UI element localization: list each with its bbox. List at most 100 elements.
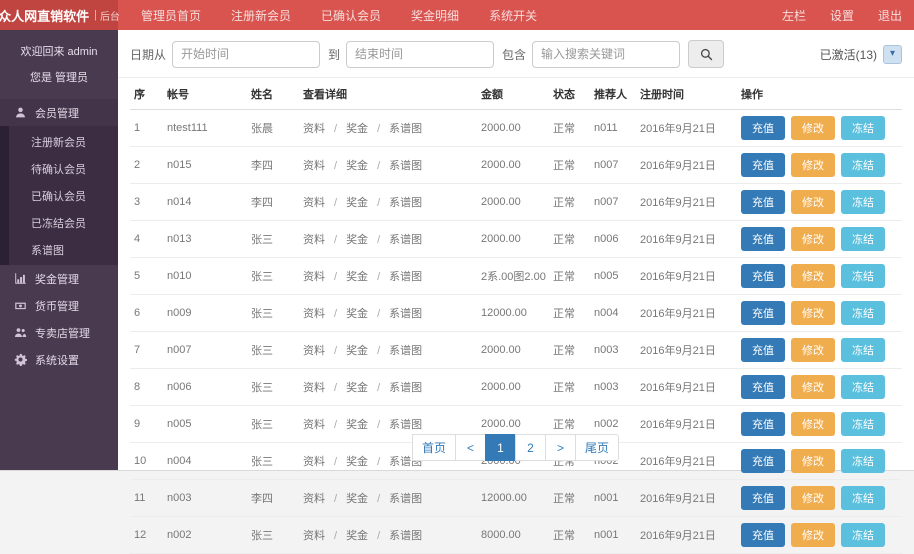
modify-button[interactable]: 修改 — [791, 338, 835, 362]
topbar-nav-item[interactable]: 系统开关 — [474, 0, 552, 30]
sidebar-item-currency-management[interactable]: 货币管理 — [0, 292, 118, 319]
profile-link[interactable]: 资料 — [303, 123, 325, 135]
freeze-button[interactable]: 冻结 — [841, 375, 885, 399]
topbar-nav-item[interactable]: 奖金明细 — [396, 0, 474, 30]
cell-name: 李四 — [247, 184, 299, 221]
date-from-input[interactable] — [172, 41, 320, 68]
sidebar-subitem[interactable]: 待确认会员 — [9, 155, 118, 182]
sidebar-subitem[interactable]: 已确认会员 — [9, 182, 118, 209]
genealogy-link[interactable]: 系谱图 — [389, 493, 422, 505]
modify-button[interactable]: 修改 — [791, 301, 835, 325]
bonus-link[interactable]: 奖金 — [346, 530, 368, 542]
recharge-button[interactable]: 充值 — [741, 523, 785, 547]
profile-link[interactable]: 资料 — [303, 493, 325, 505]
recharge-button[interactable]: 充值 — [741, 338, 785, 362]
search-button[interactable] — [688, 40, 724, 68]
freeze-button[interactable]: 冻结 — [841, 264, 885, 288]
recharge-button[interactable]: 充值 — [741, 301, 785, 325]
role-text: 您是 管理员 — [6, 69, 112, 85]
modify-button[interactable]: 修改 — [791, 190, 835, 214]
genealogy-link[interactable]: 系谱图 — [389, 160, 422, 172]
freeze-button[interactable]: 冻结 — [841, 301, 885, 325]
sidebar-item-store-management[interactable]: 专卖店管理 — [0, 319, 118, 346]
recharge-button[interactable]: 充值 — [741, 486, 785, 510]
cell-amount: 2000.00 — [477, 184, 549, 221]
sidebar-subitem[interactable]: 注册新会员 — [9, 128, 118, 155]
sidebar-item-system-settings[interactable]: 系统设置 — [0, 346, 118, 373]
bonus-link[interactable]: 奖金 — [346, 123, 368, 135]
sidebar-subitem[interactable]: 已冻结会员 — [9, 209, 118, 236]
freeze-button[interactable]: 冻结 — [841, 190, 885, 214]
cell-account: n002 — [163, 517, 247, 554]
cell-account: ntest111 — [163, 110, 247, 147]
pagination-item[interactable]: < — [455, 434, 486, 461]
topbar-nav-item[interactable]: 管理员首页 — [126, 0, 216, 30]
genealogy-link[interactable]: 系谱图 — [389, 271, 422, 283]
modify-button[interactable]: 修改 — [791, 523, 835, 547]
pagination-item[interactable]: 首页 — [412, 434, 456, 461]
profile-link[interactable]: 资料 — [303, 345, 325, 357]
bonus-link[interactable]: 奖金 — [346, 345, 368, 357]
freeze-button[interactable]: 冻结 — [841, 338, 885, 362]
topbar-nav-item[interactable]: 注册新会员 — [216, 0, 306, 30]
modify-button[interactable]: 修改 — [791, 153, 835, 177]
bonus-link[interactable]: 奖金 — [346, 197, 368, 209]
recharge-button[interactable]: 充值 — [741, 264, 785, 288]
sidebar-item-member-management[interactable]: 会员管理 — [0, 99, 118, 126]
cell-amount: 2000.00 — [477, 332, 549, 369]
modify-button[interactable]: 修改 — [791, 486, 835, 510]
bonus-link[interactable]: 奖金 — [346, 382, 368, 394]
recharge-button[interactable]: 充值 — [741, 375, 785, 399]
modify-button[interactable]: 修改 — [791, 264, 835, 288]
freeze-button[interactable]: 冻结 — [841, 153, 885, 177]
table-row: 1 ntest111 张晨 资料/奖金/系谱图 2000.00 正常 n011 … — [130, 110, 902, 147]
genealogy-link[interactable]: 系谱图 — [389, 197, 422, 209]
cell-operations: 充值修改冻结 — [737, 332, 902, 369]
recharge-button[interactable]: 充值 — [741, 190, 785, 214]
bonus-link[interactable]: 奖金 — [346, 308, 368, 320]
keyword-search-input[interactable] — [532, 41, 680, 68]
profile-link[interactable]: 资料 — [303, 382, 325, 394]
modify-button[interactable]: 修改 — [791, 227, 835, 251]
recharge-button[interactable]: 充值 — [741, 153, 785, 177]
genealogy-link[interactable]: 系谱图 — [389, 123, 422, 135]
bonus-link[interactable]: 奖金 — [346, 160, 368, 172]
bonus-link[interactable]: 奖金 — [346, 493, 368, 505]
genealogy-link[interactable]: 系谱图 — [389, 234, 422, 246]
pagination-item[interactable]: 1 — [485, 434, 516, 461]
topbar-right-nav-item[interactable]: 左栏 — [770, 0, 818, 30]
profile-link[interactable]: 资料 — [303, 308, 325, 320]
profile-link[interactable]: 资料 — [303, 271, 325, 283]
profile-link[interactable]: 资料 — [303, 234, 325, 246]
genealogy-link[interactable]: 系谱图 — [389, 308, 422, 320]
cell-name: 张三 — [247, 221, 299, 258]
freeze-button[interactable]: 冻结 — [841, 486, 885, 510]
modify-button[interactable]: 修改 — [791, 375, 835, 399]
pagination-item[interactable]: 2 — [515, 434, 546, 461]
pagination-item[interactable]: 尾页 — [575, 434, 619, 461]
sidebar-subitem[interactable]: 系谱图 — [9, 236, 118, 263]
topbar-right-nav-item[interactable]: 设置 — [818, 0, 866, 30]
profile-link[interactable]: 资料 — [303, 160, 325, 172]
pagination-item[interactable]: > — [545, 434, 576, 461]
topbar-nav-item[interactable]: 已确认会员 — [306, 0, 396, 30]
sidebar-item-bonus-management[interactable]: 奖金管理 — [0, 265, 118, 292]
bonus-link[interactable]: 奖金 — [346, 271, 368, 283]
detail-separator: / — [377, 123, 380, 135]
profile-link[interactable]: 资料 — [303, 197, 325, 209]
genealogy-link[interactable]: 系谱图 — [389, 345, 422, 357]
freeze-button[interactable]: 冻结 — [841, 227, 885, 251]
freeze-button[interactable]: 冻结 — [841, 523, 885, 547]
freeze-button[interactable]: 冻结 — [841, 116, 885, 140]
status-filter-dropdown[interactable]: ▾ — [883, 45, 902, 64]
modify-button[interactable]: 修改 — [791, 116, 835, 140]
recharge-button[interactable]: 充值 — [741, 116, 785, 140]
bonus-link[interactable]: 奖金 — [346, 234, 368, 246]
genealogy-link[interactable]: 系谱图 — [389, 382, 422, 394]
recharge-button[interactable]: 充值 — [741, 227, 785, 251]
topbar-right-nav-item[interactable]: 退出 — [866, 0, 914, 30]
genealogy-link[interactable]: 系谱图 — [389, 530, 422, 542]
profile-link[interactable]: 资料 — [303, 530, 325, 542]
sidebar-item-label: 系统设置 — [35, 352, 79, 368]
date-to-input[interactable] — [346, 41, 494, 68]
